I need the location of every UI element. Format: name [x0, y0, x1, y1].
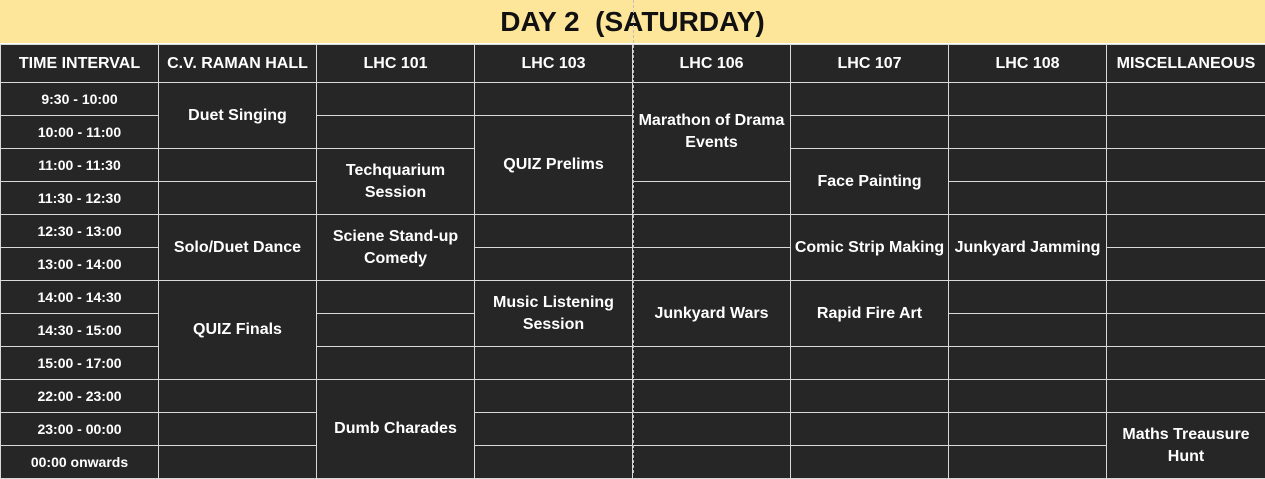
- empty-cell: [633, 446, 791, 479]
- empty-cell: [1107, 281, 1265, 314]
- empty-cell: [949, 116, 1107, 149]
- empty-cell: [791, 83, 949, 116]
- empty-cell: [159, 413, 317, 446]
- event-cell: Marathon of Drama Events: [633, 83, 791, 182]
- empty-cell: [475, 446, 633, 479]
- empty-cell: [791, 380, 949, 413]
- empty-cell: [475, 380, 633, 413]
- col-header-miscellaneous: MISCELLANEOUS: [1107, 45, 1265, 83]
- empty-cell: [633, 248, 791, 281]
- event-cell: Comic Strip Making: [791, 215, 949, 281]
- empty-cell: [159, 149, 317, 182]
- empty-cell: [317, 281, 475, 314]
- empty-cell: [949, 281, 1107, 314]
- empty-cell: [1107, 83, 1265, 116]
- table-row: 23:00 - 00:00 Maths Treausure Hunt: [1, 413, 1265, 446]
- empty-cell: [791, 446, 949, 479]
- time-cell: 9:30 - 10:00: [1, 83, 159, 116]
- col-header-lhc-107: LHC 107: [791, 45, 949, 83]
- empty-cell: [317, 116, 475, 149]
- empty-cell: [1107, 149, 1265, 182]
- table-row: 00:00 onwards: [1, 446, 1265, 479]
- table-row: 12:30 - 13:00 Solo/Duet Dance Sciene Sta…: [1, 215, 1265, 248]
- time-cell: 15:00 - 17:00: [1, 347, 159, 380]
- empty-cell: [159, 380, 317, 413]
- time-cell: 14:00 - 14:30: [1, 281, 159, 314]
- time-cell: 11:00 - 11:30: [1, 149, 159, 182]
- time-cell: 22:00 - 23:00: [1, 380, 159, 413]
- event-cell: Face Painting: [791, 149, 949, 215]
- col-header-cv-raman-hall: C.V. RAMAN HALL: [159, 45, 317, 83]
- time-cell: 13:00 - 14:00: [1, 248, 159, 281]
- event-cell: Sciene Stand-up Comedy: [317, 215, 475, 281]
- empty-cell: [159, 446, 317, 479]
- empty-cell: [475, 347, 633, 380]
- empty-cell: [949, 446, 1107, 479]
- empty-cell: [633, 413, 791, 446]
- event-cell: QUIZ Prelims: [475, 116, 633, 215]
- time-cell: 11:30 - 12:30: [1, 182, 159, 215]
- table-row: 14:00 - 14:30 QUIZ Finals Music Listenin…: [1, 281, 1265, 314]
- event-cell: Music Listening Session: [475, 281, 633, 347]
- time-cell: 12:30 - 13:00: [1, 215, 159, 248]
- empty-cell: [791, 413, 949, 446]
- event-cell: Junkyard Wars: [633, 281, 791, 347]
- col-header-time-interval: TIME INTERVAL: [1, 45, 159, 83]
- table-row: 22:00 - 23:00 Dumb Charades: [1, 380, 1265, 413]
- empty-cell: [475, 83, 633, 116]
- empty-cell: [949, 182, 1107, 215]
- empty-cell: [317, 347, 475, 380]
- empty-cell: [949, 413, 1107, 446]
- empty-cell: [949, 83, 1107, 116]
- col-header-lhc-103: LHC 103: [475, 45, 633, 83]
- empty-cell: [159, 182, 317, 215]
- time-cell: 23:00 - 00:00: [1, 413, 159, 446]
- col-header-lhc-108: LHC 108: [949, 45, 1107, 83]
- empty-cell: [1107, 314, 1265, 347]
- event-cell: Rapid Fire Art: [791, 281, 949, 347]
- event-cell: Junkyard Jamming: [949, 215, 1107, 281]
- empty-cell: [633, 182, 791, 215]
- empty-cell: [633, 380, 791, 413]
- table-row: 11:30 - 12:30: [1, 182, 1265, 215]
- empty-cell: [317, 83, 475, 116]
- time-cell: 14:30 - 15:00: [1, 314, 159, 347]
- empty-cell: [1107, 347, 1265, 380]
- event-cell: Duet Singing: [159, 83, 317, 149]
- empty-cell: [949, 347, 1107, 380]
- page-title: DAY 2 (SATURDAY): [0, 0, 1265, 44]
- table-row: 9:30 - 10:00 Duet Singing Marathon of Dr…: [1, 83, 1265, 116]
- event-cell: QUIZ Finals: [159, 281, 317, 380]
- event-cell: Solo/Duet Dance: [159, 215, 317, 281]
- event-cell: Techquarium Session: [317, 149, 475, 215]
- empty-cell: [791, 116, 949, 149]
- empty-cell: [1107, 380, 1265, 413]
- empty-cell: [317, 314, 475, 347]
- schedule-table: TIME INTERVAL C.V. RAMAN HALL LHC 101 LH…: [0, 44, 1265, 479]
- empty-cell: [1107, 182, 1265, 215]
- empty-cell: [949, 149, 1107, 182]
- time-cell: 10:00 - 11:00: [1, 116, 159, 149]
- time-cell: 00:00 onwards: [1, 446, 159, 479]
- col-header-lhc-101: LHC 101: [317, 45, 475, 83]
- empty-cell: [475, 413, 633, 446]
- empty-cell: [791, 347, 949, 380]
- empty-cell: [633, 215, 791, 248]
- empty-cell: [633, 347, 791, 380]
- empty-cell: [949, 380, 1107, 413]
- empty-cell: [1107, 248, 1265, 281]
- event-cell: Maths Treausure Hunt: [1107, 413, 1265, 479]
- empty-cell: [1107, 215, 1265, 248]
- empty-cell: [475, 215, 633, 248]
- col-header-lhc-106: LHC 106: [633, 45, 791, 83]
- empty-cell: [475, 248, 633, 281]
- event-cell: Dumb Charades: [317, 380, 475, 479]
- header-row: TIME INTERVAL C.V. RAMAN HALL LHC 101 LH…: [1, 45, 1265, 83]
- empty-cell: [949, 314, 1107, 347]
- empty-cell: [1107, 116, 1265, 149]
